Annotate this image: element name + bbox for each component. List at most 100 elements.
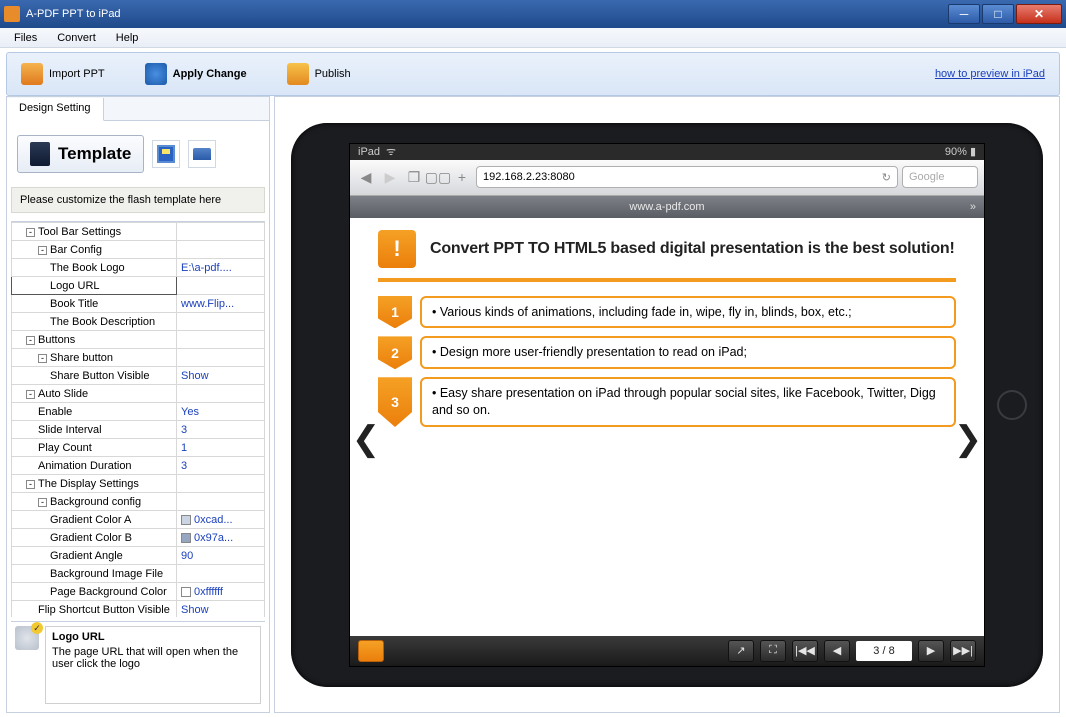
forward-button[interactable]: ▶ (380, 167, 400, 187)
address-text: 192.168.2.23:8080 (483, 171, 575, 183)
player-logo[interactable] (358, 640, 384, 662)
bullet-row: 2• Design more user-friendly presentatio… (378, 336, 956, 369)
menubar: Files Convert Help (0, 28, 1066, 48)
property-row[interactable]: The Book LogoE:\a-pdf.... (12, 259, 265, 277)
add-icon[interactable]: + (452, 167, 472, 187)
property-key: Gradient Color A (50, 514, 131, 526)
tab-design-setting[interactable]: Design Setting (7, 98, 104, 121)
import-label: Import PPT (49, 68, 105, 80)
tree-toggle-icon[interactable]: - (38, 246, 47, 255)
tabs-more-icon[interactable]: » (970, 201, 976, 213)
property-row[interactable]: -The Display Settings (12, 475, 265, 493)
property-row[interactable]: Share Button VisibleShow (12, 367, 265, 385)
titlebar: A-PDF PPT to iPad ─ □ ✕ (0, 0, 1066, 28)
property-row[interactable]: -Background config (12, 493, 265, 511)
property-key: Auto Slide (38, 388, 88, 400)
property-value: www.Flip... (181, 298, 234, 310)
property-row[interactable]: Gradient Color A0xcad... (12, 511, 265, 529)
tree-toggle-icon[interactable]: - (26, 336, 35, 345)
prev-slide-arrow[interactable]: ❮ (352, 419, 380, 459)
slide-heading: Convert PPT TO HTML5 based digital prese… (430, 239, 955, 259)
property-value: 3 (181, 460, 187, 472)
search-placeholder: Google (909, 171, 944, 183)
property-key: The Book Logo (50, 262, 125, 274)
address-bar[interactable]: 192.168.2.23:8080 ↻ (476, 166, 898, 188)
property-row[interactable]: Flip Shortcut Button VisibleShow (12, 601, 265, 618)
menu-help[interactable]: Help (106, 30, 149, 46)
bullet-number: 1 (378, 296, 412, 329)
template-button[interactable]: Template (17, 135, 144, 173)
share-button[interactable]: ↗ (728, 640, 754, 662)
first-button[interactable]: |◀◀ (792, 640, 818, 662)
publish-button[interactable]: Publish (287, 63, 351, 85)
property-row[interactable]: Play Count1 (12, 439, 265, 457)
sidebar-tabs: Design Setting (7, 97, 269, 121)
property-row[interactable]: Gradient Color B0x97a... (12, 529, 265, 547)
next-slide-arrow[interactable]: ❯ (954, 419, 982, 459)
color-swatch (181, 515, 191, 525)
back-button[interactable]: ◀ (356, 167, 376, 187)
property-row[interactable]: -Share button (12, 349, 265, 367)
tree-toggle-icon[interactable]: - (38, 354, 47, 363)
property-key: Page Background Color (50, 586, 167, 598)
bullet-number: 3 (378, 377, 412, 427)
property-row[interactable]: EnableYes (12, 403, 265, 421)
description-panel: Logo URL The page URL that will open whe… (11, 621, 265, 708)
fullscreen-button[interactable]: ⛶ (760, 640, 786, 662)
minimize-button[interactable]: ─ (948, 4, 980, 24)
preview-link[interactable]: how to preview in iPad (935, 68, 1045, 80)
page-indicator: 3 / 8 (856, 641, 912, 661)
load-icon (193, 148, 211, 160)
close-button[interactable]: ✕ (1016, 4, 1062, 24)
property-row[interactable]: Gradient Angle90 (12, 547, 265, 565)
pages-icon[interactable]: ❐ (404, 167, 424, 187)
load-settings-button[interactable] (188, 140, 216, 168)
customize-note: Please customize the flash template here (11, 187, 265, 213)
app-icon (4, 6, 20, 22)
import-ppt-button[interactable]: Import PPT (21, 63, 105, 85)
search-bar[interactable]: Google (902, 166, 978, 188)
property-row[interactable]: Animation Duration3 (12, 457, 265, 475)
bookmarks-icon[interactable]: ▢▢ (428, 167, 448, 187)
tree-toggle-icon[interactable]: - (26, 390, 35, 399)
bullet-row: 3• Easy share presentation on iPad throu… (378, 377, 956, 427)
save-settings-button[interactable] (152, 140, 180, 168)
bullet-text: • Design more user-friendly presentation… (420, 336, 956, 369)
property-row[interactable]: Logo URL (12, 277, 265, 295)
window-title: A-PDF PPT to iPad (26, 8, 946, 20)
property-row[interactable]: -Auto Slide (12, 385, 265, 403)
property-key: Tool Bar Settings (38, 226, 121, 238)
property-row[interactable]: The Book Description (12, 313, 265, 331)
apply-change-button[interactable]: Apply Change (145, 63, 247, 85)
description-title: Logo URL (52, 631, 254, 643)
property-row[interactable]: Book Titlewww.Flip... (12, 295, 265, 313)
wifi-icon: ᯤ (386, 144, 396, 159)
warning-icon: ! (378, 230, 416, 268)
prev-button[interactable]: ◀ (824, 640, 850, 662)
tree-toggle-icon[interactable]: - (38, 498, 47, 507)
tree-toggle-icon[interactable]: - (26, 228, 35, 237)
next-button[interactable]: ▶ (918, 640, 944, 662)
property-grid[interactable]: -Tool Bar Settings-Bar ConfigThe Book Lo… (11, 221, 265, 617)
ipad-home-button[interactable] (997, 390, 1027, 420)
property-value: 0xffffff (194, 586, 223, 598)
property-row[interactable]: Background Image File (12, 565, 265, 583)
property-key: Flip Shortcut Button Visible (38, 604, 170, 616)
property-row[interactable]: -Bar Config (12, 241, 265, 259)
menu-convert[interactable]: Convert (47, 30, 106, 46)
property-value: 90 (181, 550, 193, 562)
menu-files[interactable]: Files (4, 30, 47, 46)
tree-toggle-icon[interactable]: - (26, 480, 35, 489)
property-row[interactable]: Slide Interval3 (12, 421, 265, 439)
reload-icon[interactable]: ↻ (882, 171, 891, 184)
property-value: 1 (181, 442, 187, 454)
property-row[interactable]: Page Background Color 0xffffff (12, 583, 265, 601)
divider (378, 278, 956, 282)
property-row[interactable]: -Tool Bar Settings (12, 223, 265, 241)
property-key: Gradient Color B (50, 532, 132, 544)
last-button[interactable]: ▶▶| (950, 640, 976, 662)
property-key: Bar Config (50, 244, 102, 256)
property-row[interactable]: -Buttons (12, 331, 265, 349)
preview-pane: iPad ᯤ 90% ▮ ◀ ▶ ❐ ▢▢ + 192.168.2.23:808… (274, 96, 1060, 713)
maximize-button[interactable]: □ (982, 4, 1014, 24)
